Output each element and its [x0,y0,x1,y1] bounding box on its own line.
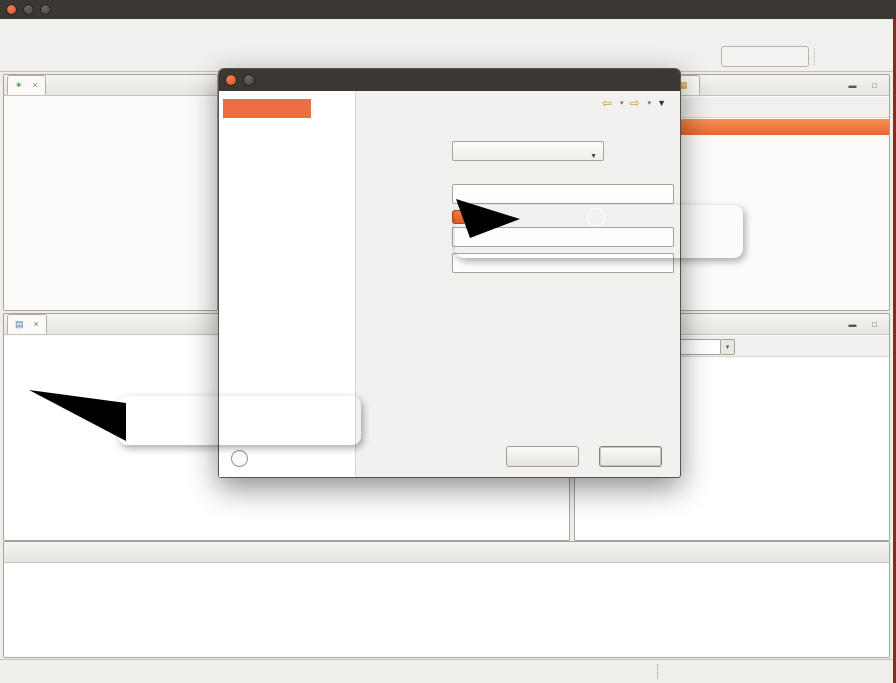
debug-tab-icon: ✶ [15,80,23,91]
back-dropdown-icon[interactable]: ▾ [620,99,624,107]
view-menu-icon[interactable]: ▼ [657,98,666,108]
ok-button[interactable] [599,446,662,467]
debug-tree [4,97,217,310]
minimize-view-icon[interactable]: ▬ [844,317,861,331]
debug-view-tabs: ✶ × [4,75,217,96]
console-content[interactable] [4,563,889,657]
quick-access-button[interactable] [721,46,809,67]
help-button[interactable] [231,450,248,467]
window-minimize-icon[interactable] [23,4,34,15]
callout-2-line1 [455,208,743,230]
callout-2-number [587,208,605,226]
toolbar-separator [814,48,815,65]
tab-blink-c[interactable]: ▤ × [7,314,47,334]
chevron-down-icon: ▼ [590,148,597,166]
debug-view: ✶ × [3,74,218,311]
combo-dropdown-icon[interactable]: ▾ [721,339,735,355]
close-icon[interactable]: × [34,319,39,329]
tab-debug[interactable]: ✶ × [7,75,46,95]
close-icon[interactable]: × [33,80,38,90]
minimize-view-icon[interactable]: ▬ [844,78,861,92]
c-file-icon: ▤ [15,319,24,330]
dialog-nav: ⇦ ▾ ⇨ ▾ ▼ [602,96,666,110]
console-tabs [4,542,889,563]
callout-1-number [228,399,246,417]
titlebar [0,0,896,19]
eclipse-window: ✶ × ▦ ▬ □ ▤ × [0,0,896,683]
window-maximize-icon[interactable] [40,4,51,15]
main-toolbar [0,19,896,72]
maximize-view-icon[interactable]: □ [866,78,883,92]
dialog-minimize-icon[interactable] [243,74,255,86]
line-number-input[interactable] [452,184,674,204]
console-view [3,541,890,658]
dialog-close-icon[interactable] [225,74,237,86]
type-select[interactable]: ▼ [452,141,604,161]
dialog-titlebar [219,69,680,91]
callout-1-line1 [118,399,361,420]
status-separator [657,664,658,679]
forward-icon[interactable]: ⇨ [630,96,640,110]
cancel-button[interactable] [506,446,579,467]
console-description [4,563,889,566]
back-icon[interactable]: ⇦ [602,96,612,110]
callout-1 [118,396,361,445]
maximize-view-icon[interactable]: □ [866,317,883,331]
window-close-icon[interactable] [6,4,17,15]
status-bar [0,659,896,683]
forward-dropdown-icon[interactable]: ▾ [648,99,652,107]
callout-2 [455,205,743,258]
sidebar-item-common[interactable] [223,99,311,118]
